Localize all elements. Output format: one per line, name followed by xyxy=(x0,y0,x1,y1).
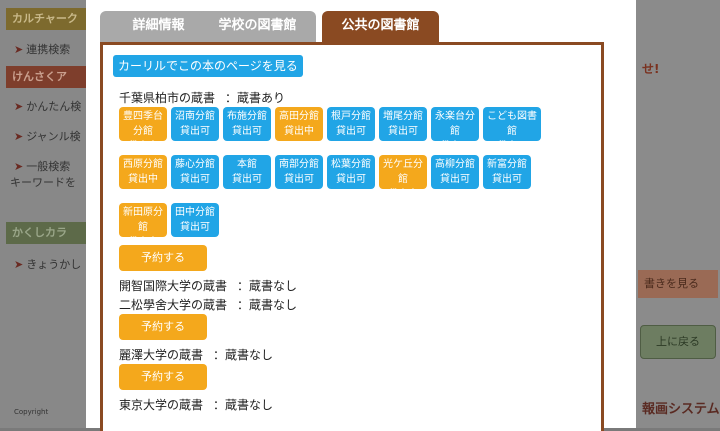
branch-status: 貸出可 xyxy=(440,141,470,152)
library-title: 麗澤大学の蔵書 ：蔵書なし xyxy=(119,346,273,363)
library-name: 東京大学の蔵書 xyxy=(119,398,204,412)
branch-name: 南部分館 xyxy=(279,159,319,170)
branch-button[interactable]: 光ケ丘分館 貸出中 xyxy=(379,155,427,200)
background-band-hidden: かくしカラ xyxy=(6,222,96,244)
library-status: ：蔵書なし xyxy=(237,298,298,312)
reserve-button[interactable]: 予約する xyxy=(119,364,207,390)
branch-status: 貸出可 xyxy=(284,174,314,185)
branch-name: 永楽台分館 xyxy=(435,111,475,137)
branch-name: 西原分館 xyxy=(123,159,163,170)
branch-name: 高田分館 xyxy=(279,111,319,122)
branch-status: 貸出可 xyxy=(497,141,527,152)
branch-button[interactable]: 新富分館 貸出可 xyxy=(483,155,531,189)
branch-status: 貸出可 xyxy=(336,126,366,137)
background-band-search: けんさくア xyxy=(6,66,96,88)
branch-button[interactable]: 豊四季台分館 貸出中 xyxy=(119,107,167,152)
branch-button[interactable]: 布施分館 貸出可 xyxy=(223,107,271,141)
branch-status: 貸出中 xyxy=(128,141,158,152)
library-status: ：蔵書なし xyxy=(237,279,298,293)
tab-public-library[interactable]: 公共の図書館 xyxy=(322,11,439,43)
branch-status: 貸出可 xyxy=(180,174,210,185)
branch-button[interactable]: 増尾分館 貸出可 xyxy=(379,107,427,141)
background-link: ➤ かんたん検 xyxy=(14,100,82,113)
arrow-icon: ➤ xyxy=(14,160,24,173)
public-library-panel: カーリルでこの本のページを見る 千葉県柏市の蔵書 ：蔵書あり 豊四季台分館 貸出中沼… xyxy=(100,42,604,431)
library-title: 開智国際大学の蔵書 ：蔵書なし xyxy=(119,277,297,294)
branch-status: 貸出可 xyxy=(336,174,366,185)
branch-status: 貸出中 xyxy=(388,189,418,200)
library-title: 千葉県柏市の蔵書 ：蔵書あり xyxy=(119,89,285,106)
reserve-button[interactable]: 予約する xyxy=(119,314,207,340)
library-title: 二松學舍大学の蔵書 ：蔵書なし xyxy=(119,296,297,313)
branch-name: 藤心分館 xyxy=(175,159,215,170)
branch-button[interactable]: 高柳分館 貸出可 xyxy=(431,155,479,189)
arrow-icon: ➤ xyxy=(14,258,24,271)
background-link: ➤ 一般検索 xyxy=(14,160,71,173)
calil-page-button[interactable]: カーリルでこの本のページを見る xyxy=(113,55,303,77)
branch-name: 光ケ丘分館 xyxy=(383,159,423,185)
branch-name: 豊四季台分館 xyxy=(123,111,163,137)
branch-button[interactable]: 沼南分館 貸出可 xyxy=(171,107,219,141)
branch-name: 布施分館 xyxy=(227,111,267,122)
branch-name: 高柳分館 xyxy=(435,159,475,170)
branch-status: 貸出可 xyxy=(180,126,210,137)
branch-button[interactable]: 藤心分館 貸出可 xyxy=(171,155,219,189)
branch-name: こども図書館 xyxy=(487,111,537,137)
branch-button[interactable]: 根戸分館 貸出可 xyxy=(327,107,375,141)
reserve-button[interactable]: 予約する xyxy=(119,245,207,271)
branch-status: 貸出可 xyxy=(388,126,418,137)
library-name: 開智国際大学の蔵書 xyxy=(119,279,228,293)
arrow-icon: ➤ xyxy=(14,130,24,143)
background-right-text: せ! xyxy=(642,62,660,76)
branch-name: 田中分館 xyxy=(175,207,215,218)
branch-status: 貸出可 xyxy=(232,174,262,185)
branch-status: 貸出可 xyxy=(440,174,470,185)
branch-button[interactable]: 南部分館 貸出可 xyxy=(275,155,323,189)
background-back-to-top-button: 上に戻る xyxy=(640,325,716,359)
background-right-footer-text: 報画システム xyxy=(642,402,720,417)
background-link: ➤ きょうかし xyxy=(14,258,82,271)
library-name: 麗澤大学の蔵書 xyxy=(119,348,204,362)
branch-button[interactable]: 新田原分館 貸出中 xyxy=(119,203,167,248)
branch-button[interactable]: こども図書館 貸出可 xyxy=(483,107,541,152)
background-right-button: 書きを見る xyxy=(638,270,718,298)
branch-status: 貸出中 xyxy=(284,126,314,137)
branch-name: 増尾分館 xyxy=(383,111,423,122)
library-status: ：蔵書あり xyxy=(225,91,286,105)
library-title: 東京大学の蔵書 ：蔵書なし xyxy=(119,396,273,413)
background-link: ➤ 連携検索 xyxy=(14,43,71,56)
branch-button[interactable]: 西原分館 貸出中 xyxy=(119,155,167,189)
branch-button[interactable]: 高田分館 貸出中 xyxy=(275,107,323,141)
arrow-icon: ➤ xyxy=(14,100,24,113)
library-status: ：蔵書なし xyxy=(213,398,274,412)
arrow-icon: ➤ xyxy=(14,43,24,56)
library-name: 千葉県柏市の蔵書 xyxy=(119,91,216,105)
branch-name: 沼南分館 xyxy=(175,111,215,122)
background-link: ➤ ジャンル検 xyxy=(14,130,81,143)
library-status: ：蔵書なし xyxy=(213,348,274,362)
branch-name: 本館 xyxy=(237,159,257,170)
library-modal: 詳細情報 学校の図書館 公共の図書館 カーリルでこの本のページを見る 千葉県柏市… xyxy=(86,0,636,431)
branch-status: 貸出可 xyxy=(232,126,262,137)
background-band-culture: カルチャーク xyxy=(6,8,96,30)
branch-button[interactable]: 松葉分館 貸出可 xyxy=(327,155,375,189)
branch-name: 根戸分館 xyxy=(331,111,371,122)
branch-status: 貸出可 xyxy=(492,174,522,185)
branch-name: 新富分館 xyxy=(487,159,527,170)
background-footer: Copyright xyxy=(14,408,49,416)
branch-button[interactable]: 本館 貸出可 xyxy=(223,155,271,189)
library-name: 二松學舍大学の蔵書 xyxy=(119,298,228,312)
tab-school-library[interactable]: 学校の図書館 xyxy=(199,11,316,43)
background-right-column: せ! 書きを見る 上に戻る 報画システム xyxy=(638,0,720,428)
branch-status: 貸出中 xyxy=(128,174,158,185)
branch-name: 松葉分館 xyxy=(331,159,371,170)
branch-status: 貸出可 xyxy=(180,222,210,233)
branch-button[interactable]: 田中分館 貸出可 xyxy=(171,203,219,237)
branch-name: 新田原分館 xyxy=(123,207,163,233)
branch-button[interactable]: 永楽台分館 貸出可 xyxy=(431,107,479,152)
background-text: キーワードを xyxy=(10,176,76,189)
